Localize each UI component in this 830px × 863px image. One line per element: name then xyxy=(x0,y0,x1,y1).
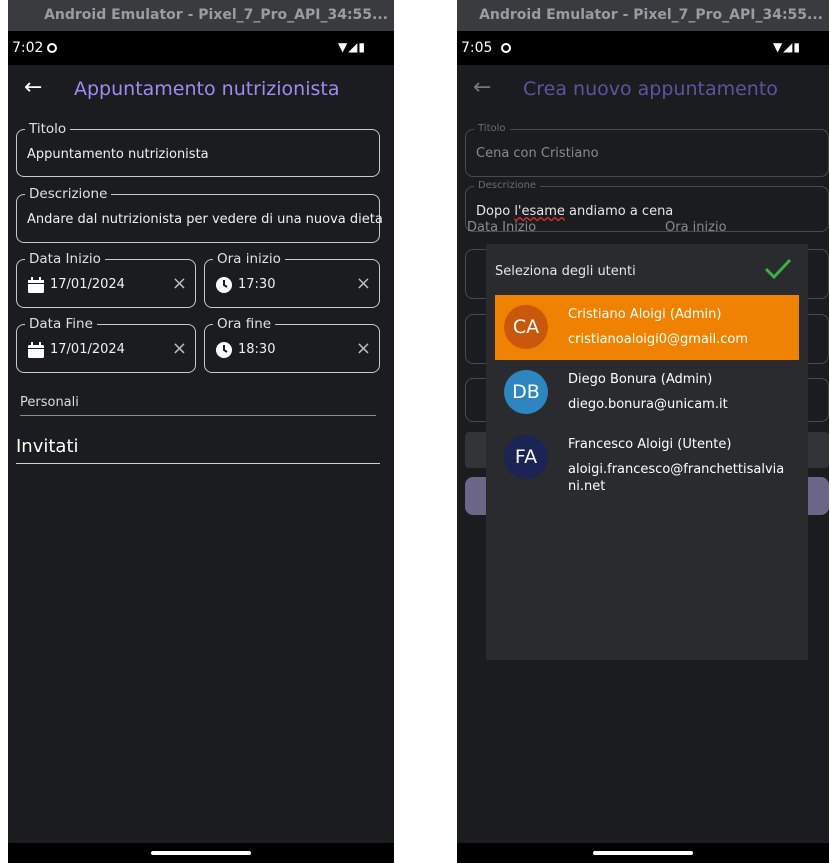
description-field[interactable]: Descrizione Andare dal nutrizionista per… xyxy=(16,185,383,243)
navigation-bar xyxy=(8,843,394,863)
user-row-cristiano[interactable]: CA Cristiano Aloigi (Admin) cristianoalo… xyxy=(495,295,799,360)
status-circle-icon xyxy=(47,43,57,53)
invited-selector[interactable]: Invitati xyxy=(16,436,79,457)
signal-battery-icon: ▼◢▮ xyxy=(772,40,801,54)
select-users-dialog: Seleziona degli utenti CA Cristiano Aloi… xyxy=(486,244,808,660)
app-bar: ← Appuntamento nutrizionista xyxy=(8,65,394,115)
clock-icon xyxy=(216,342,232,358)
end-time-field[interactable]: Ora fine 18:30 × xyxy=(204,315,380,373)
status-time: 7:02 xyxy=(12,40,44,56)
description-field-value: Andare dal nutrizionista per vedere di u… xyxy=(27,212,383,227)
end-time-value: 18:30 xyxy=(238,342,276,357)
calendar-icon xyxy=(28,342,44,358)
end-time-label: Ora fine xyxy=(213,315,276,333)
user-name: Francesco Aloigi (Utente) xyxy=(568,437,732,452)
back-arrow-icon[interactable]: ← xyxy=(24,75,42,100)
user-row-francesco[interactable]: FA Francesco Aloigi (Utente) aloigi.fran… xyxy=(495,425,799,494)
clear-start-date-icon[interactable]: × xyxy=(172,273,187,294)
avatar: DB xyxy=(504,370,548,414)
start-time-label: Ora inizio xyxy=(665,220,727,235)
emulator-title-bar: Android Emulator - Pixel_7_Pro_API_34:55… xyxy=(457,0,829,31)
title-field[interactable]: Titolo Cena con Cristiano xyxy=(465,120,829,177)
start-date-label: Data Inizio xyxy=(467,220,537,235)
start-time-field[interactable]: Ora inizio 17:30 × xyxy=(204,250,380,308)
title-field-label: Titolo xyxy=(474,120,510,138)
title-field-value: Cena con Cristiano xyxy=(476,146,599,161)
user-email: diego.bonura@unicam.it xyxy=(568,397,728,412)
status-time: 7:05 xyxy=(461,40,493,56)
end-date-field[interactable]: Data Fine 17/01/2024 × xyxy=(16,315,196,373)
user-name: Cristiano Aloigi (Admin) xyxy=(568,307,722,322)
status-bar: 7:05 ▼◢▮ xyxy=(457,31,829,65)
start-time-value: 17:30 xyxy=(238,277,276,292)
home-gesture-handle[interactable] xyxy=(593,851,693,855)
clock-icon xyxy=(216,277,232,293)
status-bar: 7:02 ▼◢▮ xyxy=(8,31,394,65)
personal-selector[interactable]: Personali xyxy=(20,395,79,410)
home-gesture-handle[interactable] xyxy=(151,851,251,855)
confirm-check-icon[interactable] xyxy=(762,256,794,282)
emulator-title-bar: Android Emulator - Pixel_7_Pro_API_34:55… xyxy=(8,0,394,31)
invited-underline xyxy=(16,463,380,464)
start-date-field[interactable]: Data Inizio 17/01/2024 × xyxy=(16,250,196,308)
signal-battery-icon: ▼◢▮ xyxy=(337,40,366,54)
clear-start-time-icon[interactable]: × xyxy=(356,273,371,294)
user-name: Diego Bonura (Admin) xyxy=(568,372,713,387)
title-field-value: Appuntamento nutrizionista xyxy=(27,147,209,162)
title-field[interactable]: Titolo Appuntamento nutrizionista xyxy=(16,120,380,177)
calendar-icon xyxy=(28,277,44,293)
end-date-value: 17/01/2024 xyxy=(50,342,125,357)
description-field-label: Descrizione xyxy=(25,185,112,203)
start-date-value: 17/01/2024 xyxy=(50,277,125,292)
page-title: Crea nuovo appuntamento xyxy=(523,78,778,100)
dialog-title: Seleziona degli utenti xyxy=(495,264,636,279)
phone-screen-right: Android Emulator - Pixel_7_Pro_API_34:55… xyxy=(457,0,829,863)
user-email: aloigi.francesco@franchettisalviani.net xyxy=(568,462,785,494)
user-row-diego[interactable]: DB Diego Bonura (Admin) diego.bonura@uni… xyxy=(495,360,799,425)
user-email: cristianoaloigi0@gmail.com xyxy=(568,332,749,347)
avatar: CA xyxy=(504,305,548,349)
description-field-value: Dopo l'esame andiamo a cena xyxy=(476,204,674,219)
end-date-label: Data Fine xyxy=(25,315,97,333)
page-title: Appuntamento nutrizionista xyxy=(74,78,340,100)
navigation-bar xyxy=(457,843,829,863)
personal-underline xyxy=(20,415,376,416)
start-time-label: Ora inizio xyxy=(213,250,285,268)
app-bar: ← Crea nuovo appuntamento xyxy=(457,65,829,115)
avatar: FA xyxy=(504,435,548,479)
status-circle-icon xyxy=(501,43,511,53)
start-date-label: Data Inizio xyxy=(25,250,105,268)
back-arrow-icon[interactable]: ← xyxy=(473,75,491,100)
description-field-label: Descrizione xyxy=(474,177,541,195)
clear-end-date-icon[interactable]: × xyxy=(172,338,187,359)
clear-end-time-icon[interactable]: × xyxy=(356,338,371,359)
title-field-label: Titolo xyxy=(25,120,71,138)
phone-screen-left: Android Emulator - Pixel_7_Pro_API_34:55… xyxy=(8,0,394,863)
